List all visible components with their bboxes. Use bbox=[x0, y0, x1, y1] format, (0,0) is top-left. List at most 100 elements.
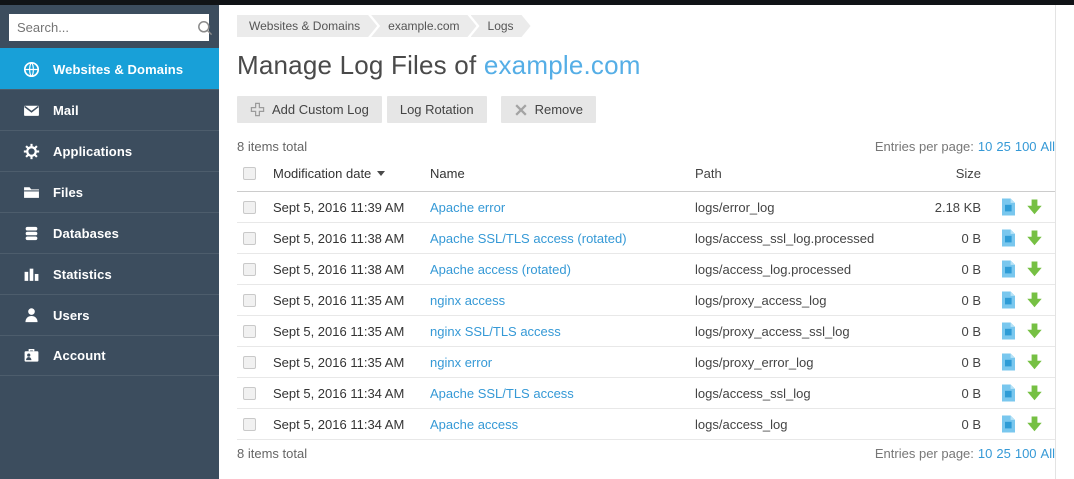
download-log-icon[interactable] bbox=[1026, 323, 1043, 339]
sidebar-item-label: Account bbox=[53, 348, 106, 363]
path-cell: logs/error_log bbox=[695, 199, 775, 215]
log-rotation-button[interactable]: Log Rotation bbox=[386, 96, 487, 123]
path-cell: logs/proxy_access_log bbox=[695, 292, 827, 308]
row-checkbox[interactable] bbox=[243, 386, 256, 400]
breadcrumb-websites-domains[interactable]: Websites & Domains bbox=[237, 15, 377, 37]
page-size-100[interactable]: 100 bbox=[1015, 139, 1037, 154]
row-checkbox[interactable] bbox=[243, 231, 256, 245]
entries-per-page-bottom: Entries per page: 10 25 100 All bbox=[875, 446, 1055, 461]
modification-date-cell: Sept 5, 2016 11:35 AM bbox=[273, 323, 405, 339]
download-log-icon[interactable] bbox=[1026, 354, 1043, 370]
modification-date-cell: Sept 5, 2016 11:34 AM bbox=[273, 416, 405, 432]
page-size-10[interactable]: 10 bbox=[978, 139, 992, 154]
plus-icon bbox=[250, 102, 265, 117]
breadcrumb: Websites & Domains example.com Logs bbox=[237, 15, 1055, 37]
table-row: Sept 5, 2016 11:38 AM Apache access (rot… bbox=[237, 254, 1055, 285]
sidebar-item-label: Files bbox=[53, 184, 84, 200]
path-cell: logs/proxy_access_ssl_log bbox=[695, 323, 850, 339]
size-cell: 0 B bbox=[961, 292, 981, 308]
download-log-icon[interactable] bbox=[1026, 230, 1043, 246]
add-custom-log-label: Add Custom Log bbox=[272, 102, 369, 117]
entries-per-page-label: Entries per page: bbox=[874, 446, 974, 461]
view-log-file-icon[interactable] bbox=[1001, 291, 1016, 309]
log-name-link[interactable]: Apache error bbox=[430, 200, 505, 215]
row-checkbox[interactable] bbox=[243, 417, 256, 431]
page-size-all[interactable]: All bbox=[1041, 446, 1055, 461]
toolbar: Add Custom Log Log Rotation Remove bbox=[237, 96, 1055, 123]
row-checkbox[interactable] bbox=[243, 355, 256, 369]
sidebar-item-users[interactable]: Users bbox=[0, 294, 219, 335]
search-box[interactable] bbox=[9, 14, 213, 41]
column-header-path[interactable]: Path bbox=[695, 166, 930, 181]
table-row: Sept 5, 2016 11:35 AM nginx SSL/TLS acce… bbox=[237, 316, 1055, 347]
entries-per-page-label: Entries per page: bbox=[874, 139, 974, 154]
view-log-file-icon[interactable] bbox=[1001, 353, 1016, 371]
download-log-icon[interactable] bbox=[1026, 416, 1043, 432]
modification-date-cell: Sept 5, 2016 11:38 AM bbox=[273, 230, 405, 246]
log-name-link[interactable]: Apache SSL/TLS access bbox=[430, 386, 574, 401]
log-name-link[interactable]: nginx access bbox=[430, 293, 505, 308]
modification-date-cell: Sept 5, 2016 11:35 AM bbox=[273, 354, 405, 370]
download-log-icon[interactable] bbox=[1026, 199, 1043, 215]
log-name-link[interactable]: Apache access bbox=[430, 417, 518, 432]
list-info-top: 8 items total Entries per page: 10 25 100 Al… bbox=[237, 139, 1055, 154]
row-checkbox[interactable] bbox=[243, 293, 256, 307]
page-size-25[interactable]: 25 bbox=[996, 139, 1010, 154]
sidebar-item-databases[interactable]: Databases bbox=[0, 212, 219, 253]
modification-date-cell: Sept 5, 2016 11:38 AM bbox=[273, 261, 405, 277]
page-title: Manage Log Files of example.com bbox=[237, 50, 1055, 81]
sidebar-menu: Websites & Domains Mail Applications Fil… bbox=[0, 48, 219, 376]
mail-icon bbox=[23, 102, 40, 119]
view-log-file-icon[interactable] bbox=[1001, 260, 1016, 278]
row-checkbox[interactable] bbox=[243, 324, 256, 338]
page-size-25[interactable]: 25 bbox=[996, 446, 1010, 461]
download-log-icon[interactable] bbox=[1026, 292, 1043, 308]
size-cell: 0 B bbox=[961, 230, 981, 246]
column-header-size[interactable]: Size bbox=[930, 166, 995, 181]
page-title-text: Manage Log Files of bbox=[237, 50, 484, 80]
breadcrumb-domain[interactable]: example.com bbox=[371, 15, 476, 37]
size-cell: 0 B bbox=[961, 416, 981, 432]
row-checkbox[interactable] bbox=[243, 262, 256, 276]
view-log-file-icon[interactable] bbox=[1001, 198, 1016, 216]
sidebar-item-websites-domains[interactable]: Websites & Domains bbox=[0, 48, 219, 89]
sidebar-item-account[interactable]: Account bbox=[0, 335, 219, 376]
page-size-all[interactable]: All bbox=[1041, 139, 1055, 154]
search-icon[interactable] bbox=[197, 20, 213, 36]
remove-button[interactable]: Remove bbox=[500, 96, 596, 123]
items-total-bottom: 8 items total bbox=[237, 446, 308, 461]
sort-desc-caret-icon bbox=[377, 171, 386, 176]
add-custom-log-button[interactable]: Add Custom Log bbox=[237, 96, 382, 123]
column-header-name[interactable]: Name bbox=[430, 166, 695, 181]
sidebar-item-label: Mail bbox=[53, 102, 79, 118]
log-name-link[interactable]: Apache SSL/TLS access (rotated) bbox=[430, 231, 627, 246]
path-cell: logs/access_log.processed bbox=[695, 261, 852, 277]
sidebar-item-applications[interactable]: Applications bbox=[0, 130, 219, 171]
table-row: Sept 5, 2016 11:34 AM Apache access logs… bbox=[237, 409, 1055, 440]
sidebar-item-mail[interactable]: Mail bbox=[0, 89, 219, 130]
view-log-file-icon[interactable] bbox=[1001, 384, 1016, 402]
search-input[interactable] bbox=[17, 20, 193, 35]
path-cell: logs/access_ssl_log.processed bbox=[695, 230, 875, 246]
log-name-link[interactable]: nginx SSL/TLS access bbox=[430, 324, 561, 339]
page-size-100[interactable]: 100 bbox=[1015, 446, 1037, 461]
sidebar-item-statistics[interactable]: Statistics bbox=[0, 253, 219, 294]
page-title-domain-link[interactable]: example.com bbox=[484, 50, 641, 80]
size-cell: 0 B bbox=[961, 354, 981, 370]
view-log-file-icon[interactable] bbox=[1001, 322, 1016, 340]
list-info-bottom: 8 items total Entries per page: 10 25 100 Al… bbox=[237, 446, 1055, 461]
log-name-link[interactable]: Apache access (rotated) bbox=[430, 262, 571, 277]
download-log-icon[interactable] bbox=[1026, 261, 1043, 277]
table-row: Sept 5, 2016 11:39 AM Apache error logs/… bbox=[237, 192, 1055, 223]
view-log-file-icon[interactable] bbox=[1001, 229, 1016, 247]
column-header-modification-date[interactable]: Modification date bbox=[273, 166, 430, 181]
select-all-checkbox[interactable] bbox=[243, 167, 256, 180]
row-checkbox[interactable] bbox=[243, 200, 256, 214]
sidebar-item-files[interactable]: Files bbox=[0, 171, 219, 212]
sidebar-item-label: Statistics bbox=[53, 266, 112, 282]
page-size-10[interactable]: 10 bbox=[978, 446, 992, 461]
log-name-link[interactable]: nginx error bbox=[430, 355, 492, 370]
path-cell: logs/proxy_error_log bbox=[695, 354, 814, 370]
download-log-icon[interactable] bbox=[1026, 385, 1043, 401]
view-log-file-icon[interactable] bbox=[1001, 415, 1016, 433]
